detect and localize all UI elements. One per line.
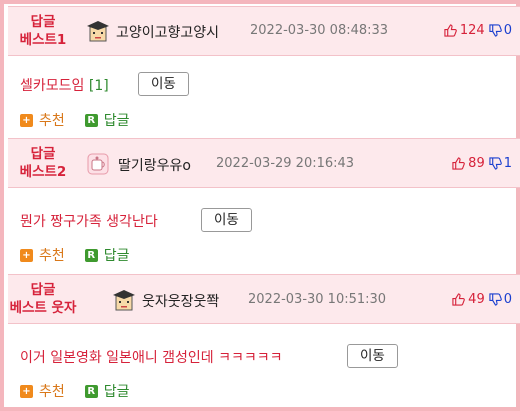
move-button[interactable]: 이동 <box>347 344 398 368</box>
reply-header: 답글 베스트1 고양이고향고양시 2022-03-30 08:48:33 124 <box>8 6 520 56</box>
thumbs-up-icon[interactable] <box>452 293 465 306</box>
reply-r-icon[interactable]: R <box>84 113 98 127</box>
move-button[interactable]: 이동 <box>138 72 189 96</box>
rank-label: 답글 베스트1 <box>19 14 67 48</box>
rank-label: 답글 베스트2 <box>19 146 67 180</box>
reply-actions: + 추천 R 답글 <box>20 381 130 401</box>
recommend-button[interactable]: 추천 <box>39 381 65 401</box>
reply-button[interactable]: 답글 <box>104 381 130 401</box>
plus-icon[interactable]: + <box>20 248 33 262</box>
recommend-button[interactable]: 추천 <box>39 110 65 130</box>
thumbs-down-icon[interactable] <box>489 157 502 170</box>
reply-r-icon[interactable]: R <box>84 384 98 398</box>
plus-icon[interactable]: + <box>20 113 33 127</box>
reply-button[interactable]: 답글 <box>104 245 130 265</box>
nickname[interactable]: 고양이고향고양시 <box>116 22 219 42</box>
nickname[interactable]: 웃자웃장웃쫙 <box>142 291 219 311</box>
comment-count[interactable]: [1] <box>89 78 109 94</box>
graduation-cap-avatar-icon[interactable] <box>86 19 110 43</box>
timestamp: 2022-03-29 20:16:43 <box>216 156 355 171</box>
best-replies-panel: 답글 베스트1 고양이고향고양시 2022-03-30 08:48:33 124 <box>0 0 520 411</box>
thumbs-up-icon[interactable] <box>444 24 457 37</box>
plus-icon[interactable]: + <box>20 384 33 398</box>
vote-counts: 89 1 <box>452 156 512 171</box>
move-button[interactable]: 이동 <box>201 208 252 232</box>
reply-content: 뭔가 짱구가족 생각난다 <box>20 214 158 230</box>
reply-actions: + 추천 R 답글 <box>20 110 130 130</box>
reply-actions: + 추천 R 답글 <box>20 245 130 265</box>
reply-content: 셀카모드임 [1] <box>20 78 109 94</box>
vote-counts: 124 0 <box>444 23 512 38</box>
reply-content: 이거 일본영화 일본애니 갬성인데 ㅋㅋㅋㅋㅋ <box>20 350 283 366</box>
up-count: 49 <box>468 292 485 307</box>
nickname[interactable]: 딸기랑우유o <box>118 155 191 175</box>
reply-header: 답글 베스트2 딸기랑우유o 2022-03-29 20:16:43 89 1 <box>8 138 520 188</box>
reply-button[interactable]: 답글 <box>104 110 130 130</box>
timestamp: 2022-03-30 10:51:30 <box>248 292 387 307</box>
thumbs-down-icon[interactable] <box>489 293 502 306</box>
timestamp: 2022-03-30 08:48:33 <box>250 23 389 38</box>
thumbs-down-icon[interactable] <box>489 24 502 37</box>
recommend-button[interactable]: 추천 <box>39 245 65 265</box>
reply-header: 답글 베스트 웃자 웃자웃장웃쫙 2022-03-30 10:51:30 49 <box>8 274 520 324</box>
down-count: 0 <box>503 23 512 38</box>
down-count: 0 <box>503 292 512 307</box>
reply-r-icon[interactable]: R <box>84 248 98 262</box>
vote-counts: 49 0 <box>452 292 512 307</box>
up-count: 124 <box>459 23 485 38</box>
up-count: 89 <box>468 156 485 171</box>
cup-avatar-icon[interactable] <box>86 152 110 176</box>
thumbs-up-icon[interactable] <box>452 157 465 170</box>
rank-label: 답글 베스트 웃자 <box>9 282 77 316</box>
down-count: 1 <box>503 156 512 171</box>
graduation-cap-avatar-icon[interactable] <box>112 288 136 312</box>
